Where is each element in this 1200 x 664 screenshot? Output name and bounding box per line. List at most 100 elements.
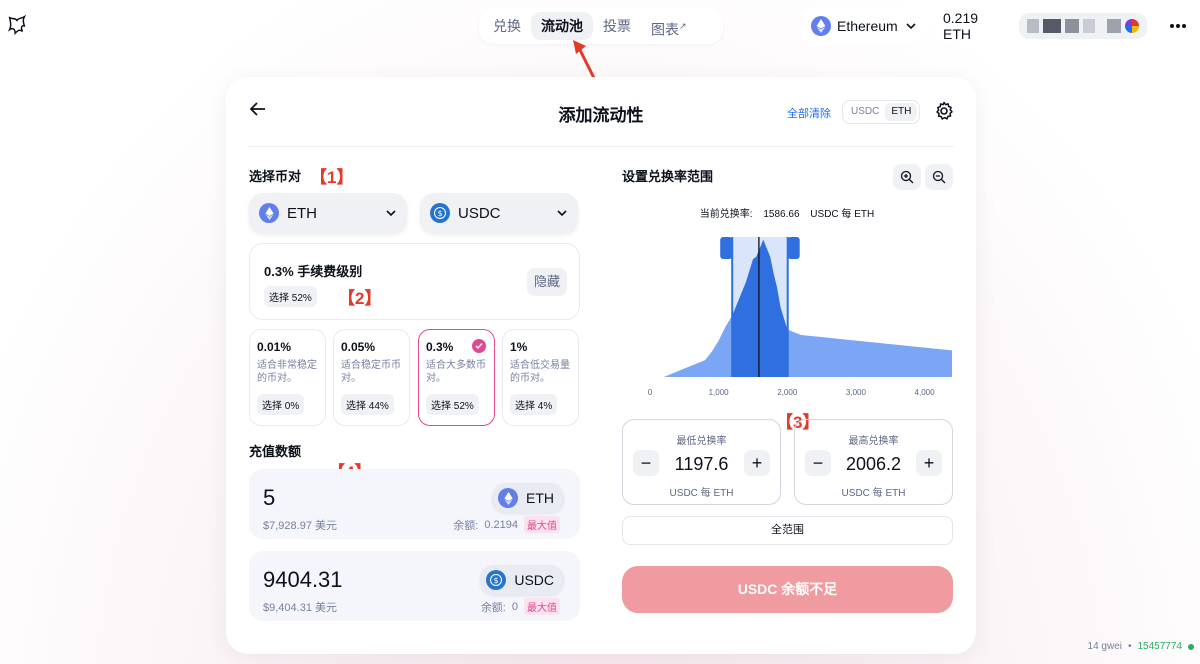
- wallet-button[interactable]: 0.219 ETH: [933, 8, 1153, 44]
- x-axis-tick-label: 0: [648, 388, 653, 397]
- price-range-label: 设置兑换率范围: [622, 169, 714, 184]
- current-price-unit: USDC 每 ETH: [810, 209, 875, 220]
- card-header: 添加流动性 全部清除 USDC ETH: [226, 77, 976, 147]
- submit-button[interactable]: USDC 余额不足: [622, 566, 953, 613]
- token-b-symbol: USDC: [458, 204, 501, 222]
- balance-label: 余额:: [453, 519, 479, 532]
- fee-tier-title: 0.3% 手续费级别: [264, 264, 363, 279]
- annotation-1: 【1】: [310, 168, 354, 187]
- uniswap-logo-icon[interactable]: [6, 14, 28, 36]
- zoom-in-icon: [900, 170, 914, 184]
- current-price: 当前兑换率: 1586.66 USDC 每 ETH: [622, 205, 952, 220]
- max-button[interactable]: 最大值: [524, 516, 560, 533]
- eth-token-icon: [259, 203, 279, 223]
- max-button[interactable]: 最大值: [524, 598, 560, 615]
- toggle-usdc[interactable]: USDC: [845, 103, 885, 121]
- balance-value: 0.2194: [484, 518, 518, 531]
- balance-label: 余额:: [480, 601, 506, 614]
- eth-amount-input[interactable]: 5: [263, 485, 275, 511]
- fee-selected-badge: 选择 52%: [264, 286, 317, 307]
- gas-price: 14 gwei: [1087, 641, 1122, 652]
- min-price-increment-button[interactable]: +: [744, 450, 770, 476]
- nav-item-pool[interactable]: 流动池: [531, 12, 593, 40]
- network-status: 14 gwei • 15457774: [1088, 641, 1194, 652]
- status-separator: •: [1127, 641, 1132, 652]
- fee-tier-badge: 选择 52%: [426, 394, 479, 415]
- fee-tier-desc: 适合非常稳定的币对。: [257, 360, 317, 384]
- fee-tier-desc: 适合低交易量的币对。: [510, 360, 570, 384]
- wallet-avatar-icon: [1125, 19, 1139, 33]
- fee-tier-badge: 选择 44%: [341, 394, 394, 415]
- fee-tier-option[interactable]: 0.05% 适合稳定币币对。 选择 44%: [333, 329, 410, 426]
- usdc-token-icon: $: [430, 203, 450, 223]
- fee-tier-summary: 0.3% 手续费级别 选择 52% 【2】 隐藏: [249, 243, 580, 320]
- balance-value: 0: [511, 600, 518, 613]
- nav-item-charts[interactable]: 图表↗: [641, 12, 697, 40]
- range-min-grip: [720, 237, 733, 259]
- token-a-symbol: ETH: [287, 204, 317, 222]
- min-price-label: 最低兑换率: [676, 436, 727, 447]
- x-axis-tick-label: 4,000: [915, 388, 936, 397]
- fee-tier-option-selected[interactable]: 0.3% 适合大多数币对。 选择 52%: [418, 329, 495, 426]
- eth-balance: 余额: 0.2194 最大值: [453, 516, 560, 533]
- network-selector[interactable]: Ethereum: [801, 8, 927, 44]
- eth-token-symbol: ETH: [526, 490, 554, 506]
- redaction-block: [1082, 19, 1095, 33]
- hide-fee-tiers-button[interactable]: 隐藏: [527, 268, 567, 296]
- nav-item-swap[interactable]: 兑换: [483, 12, 531, 40]
- min-price-box: 最低兑换率 − 1197.6 + USDC 每 ETH: [622, 419, 781, 505]
- token-a-select[interactable]: ETH: [249, 193, 407, 233]
- full-range-button[interactable]: 全范围: [622, 516, 953, 545]
- clear-all-button[interactable]: 全部清除: [787, 105, 831, 121]
- eth-token-icon: [498, 488, 518, 508]
- eth-deposit-box: 5 $7,928.97 美元 ETH 余额: 0.2194 最大值: [249, 469, 580, 539]
- range-max-grip: [787, 237, 800, 259]
- select-pair-label: 选择币对: [249, 169, 302, 184]
- chevron-down-icon: [386, 210, 396, 217]
- fee-tier-pct: 0.01%: [257, 340, 292, 354]
- usdc-usd-value: $9,404.31 美元: [263, 602, 337, 614]
- usdc-amount-input[interactable]: 9404.31: [263, 567, 343, 593]
- current-price-value: 1586.66: [763, 209, 800, 220]
- zoom-out-button[interactable]: [925, 164, 953, 190]
- svg-text:$: $: [494, 576, 499, 585]
- max-price-box: 最高兑换率 − 2006.2 + USDC 每 ETH: [794, 419, 953, 505]
- annotation-2: 【2】: [338, 289, 382, 308]
- network-name: Ethereum: [837, 18, 898, 34]
- x-axis-tick-label: 1,000: [709, 388, 730, 397]
- fee-tier-option[interactable]: 1% 适合低交易量的币对。 选择 4%: [502, 329, 579, 426]
- token-b-select[interactable]: $ USDC: [420, 193, 578, 233]
- usdc-token-chip: $ USDC: [480, 565, 564, 595]
- eth-usd-value: $7,928.97 美元: [263, 520, 337, 532]
- max-price-unit: USDC 每 ETH: [841, 488, 906, 499]
- usdc-balance: 余额: 0 最大值: [481, 598, 560, 615]
- max-price-label: 最高兑换率: [848, 436, 899, 447]
- zoom-out-icon: [932, 170, 946, 184]
- x-axis-tick-label: 3,000: [846, 388, 867, 397]
- deposit-amounts-label: 充值数额: [249, 444, 302, 459]
- usdc-deposit-box: 9404.31 $9,404.31 美元 $ USDC 余额: 0 最大值: [249, 551, 580, 621]
- max-price-increment-button[interactable]: +: [916, 450, 942, 476]
- fee-tier-badge: 选择 0%: [257, 394, 305, 415]
- fee-tier-pct: 0.05%: [341, 340, 376, 354]
- wallet-address-redacted[interactable]: [1018, 13, 1147, 39]
- gear-icon[interactable]: [934, 101, 954, 121]
- nav-item-vote[interactable]: 投票: [593, 12, 641, 40]
- eth-token-chip: ETH: [492, 483, 564, 513]
- header-divider: [248, 146, 954, 147]
- fee-tier-pct: 1%: [510, 340, 528, 354]
- min-price-unit: USDC 每 ETH: [669, 488, 734, 499]
- more-menu-button[interactable]: [1160, 8, 1196, 44]
- current-price-label: 当前兑换率:: [699, 209, 753, 220]
- block-number[interactable]: 15457774: [1138, 641, 1183, 652]
- x-axis-tick-label: 2,000: [777, 388, 798, 397]
- ethereum-icon: [811, 16, 831, 36]
- status-dot-icon: [1188, 643, 1194, 650]
- liquidity-chart[interactable]: 0 1,000 2,000 3,000 4,000: [622, 227, 952, 407]
- wallet-balance: 0.219 ETH: [943, 10, 979, 42]
- toggle-eth[interactable]: ETH: [885, 103, 918, 121]
- usdc-token-icon: $: [486, 570, 507, 590]
- zoom-in-button[interactable]: [893, 164, 921, 190]
- fee-tier-option[interactable]: 0.01% 适合非常稳定的币对。 选择 0%: [249, 329, 326, 426]
- add-liquidity-card: 添加流动性 全部清除 USDC ETH 选择币对 【1】 ETH $ USDC …: [226, 77, 976, 654]
